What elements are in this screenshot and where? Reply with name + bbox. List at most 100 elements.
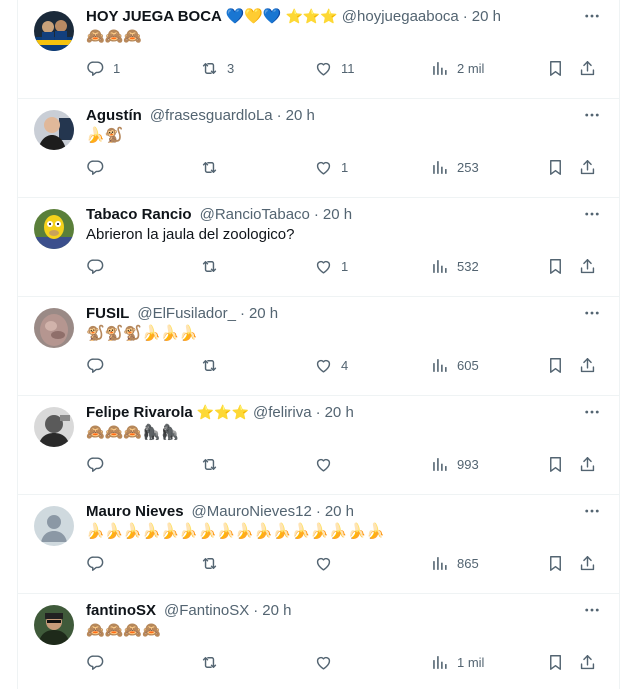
retweet-button[interactable] [200,454,227,474]
avatar[interactable] [34,605,74,645]
timestamp[interactable]: 20 h [323,206,352,223]
views-button[interactable]: 253 [430,157,479,177]
avatar[interactable] [34,11,74,51]
avatar[interactable] [34,110,74,150]
avatar[interactable] [34,209,74,249]
more-options-button[interactable] [581,6,603,26]
reply-button[interactable] [86,454,113,474]
like-count: 4 [341,357,349,373]
avatar[interactable] [34,506,74,546]
retweet-button[interactable] [200,256,227,276]
author-name[interactable]: HOY JUEGA BOCA 💙💛💙 [86,7,282,25]
author-handle[interactable]: @frasesguardloLa [150,107,273,124]
more-options-button[interactable] [581,303,603,323]
share-button[interactable] [578,454,597,474]
reply-button[interactable] [86,652,113,672]
more-options-button[interactable] [581,501,603,521]
tweet-3[interactable]: Tabaco Rancio @RancioTabaco · 20 h Abrie… [18,198,619,297]
views-button[interactable]: 532 [430,256,479,276]
tweet-2[interactable]: Agustín @frasesguardloLa · 20 h 🍌🐒 1 253 [18,99,619,198]
tweet-actions: 865 [86,553,603,573]
author-name[interactable]: FUSIL [86,305,129,322]
bookmark-button[interactable] [546,157,565,177]
tweet-header: fantinoSX @FantinoSX · 20 h [86,599,579,621]
share-button[interactable] [578,157,597,177]
author-name[interactable]: fantinoSX [86,602,156,619]
like-button[interactable] [314,454,341,474]
tweet-1[interactable]: HOY JUEGA BOCA 💙💛💙 ⭐⭐⭐ @hoyjuegaaboca · … [18,0,619,99]
bookmark-button[interactable] [546,256,565,276]
retweet-button[interactable] [200,355,227,375]
like-button[interactable]: 4 [314,355,348,375]
tweet-header: Agustín @frasesguardloLa · 20 h [86,104,579,126]
author-handle[interactable]: @FantinoSX [164,602,249,619]
reply-button[interactable] [86,256,113,276]
reply-count: 1 [113,60,121,76]
more-options-button[interactable] [581,204,603,224]
more-options-button[interactable] [581,105,603,125]
timestamp[interactable]: 20 h [325,503,354,520]
like-button[interactable]: 1 [314,157,348,177]
tweet-7[interactable]: fantinoSX @FantinoSX · 20 h 🙈🙈🙈🙈 1 mil [18,594,619,689]
author-handle[interactable]: @RancioTabaco [200,206,310,223]
timestamp[interactable]: 20 h [286,107,315,124]
name-badges: ⭐⭐⭐ [196,403,250,420]
heart-icon [316,557,331,571]
tweet-5[interactable]: Felipe Rivarola ⭐⭐⭐ @feliriva · 20 h 🙈🙈🙈… [18,396,619,495]
bookmark-button[interactable] [546,58,565,78]
bookmark-button[interactable] [546,454,565,474]
more-options-button[interactable] [581,402,603,422]
share-button[interactable] [578,553,597,573]
views-button[interactable]: 2 mil [430,58,484,78]
retweet-button[interactable] [200,157,227,177]
reply-button[interactable] [86,355,113,375]
timestamp[interactable]: 20 h [249,305,278,322]
author-handle[interactable]: @ElFusilador_ [137,305,236,322]
retweet-button[interactable]: 3 [200,58,234,78]
share-button[interactable] [578,355,597,375]
tweet-text: 🙈🙈🙈🙈 [86,622,161,639]
author-handle[interactable]: @feliriva [253,404,312,421]
author-name[interactable]: Agustín [86,107,142,124]
separator-dot: · [239,304,245,322]
author-name[interactable]: Tabaco Rancio [86,206,192,223]
avatar[interactable] [34,407,74,447]
bookmark-button[interactable] [546,553,565,573]
reply-button[interactable]: 1 [86,58,120,78]
tweet-text: 🐒🐒🐒🍌🍌🍌 [86,325,199,342]
timestamp[interactable]: 20 h [325,404,354,421]
like-button[interactable] [314,652,341,672]
tweet-4[interactable]: FUSIL @ElFusilador_ · 20 h 🐒🐒🐒🍌🍌🍌 4 605 [18,297,619,396]
avatar[interactable] [34,308,74,348]
more-options-button[interactable] [581,600,603,620]
share-button[interactable] [578,256,597,276]
bookmark-icon [550,60,561,76]
timestamp[interactable]: 20 h [262,602,291,619]
bookmark-button[interactable] [546,652,565,672]
share-icon [580,555,595,570]
bookmark-button[interactable] [546,355,565,375]
author-handle[interactable]: @MauroNieves12 [192,503,312,520]
tweet-actions: 1 532 [86,256,603,276]
like-button[interactable]: 11 [314,58,355,78]
author-name[interactable]: Felipe Rivarola [86,404,193,421]
like-button[interactable] [314,553,341,573]
views-button[interactable]: 605 [430,355,479,375]
views-button[interactable]: 1 mil [430,652,484,672]
author-name[interactable]: Mauro Nieves [86,503,184,520]
like-button[interactable]: 1 [314,256,348,276]
tweet-6[interactable]: Mauro Nieves @MauroNieves12 · 20 h 🍌🍌🍌🍌🍌… [18,495,619,594]
retweet-button[interactable] [200,553,227,573]
retweet-button[interactable] [200,652,227,672]
views-button[interactable]: 993 [430,454,479,474]
views-button[interactable]: 865 [430,553,479,573]
reply-button[interactable] [86,157,113,177]
author-handle[interactable]: @hoyjuegaaboca [342,8,459,25]
tweet-header: Tabaco Rancio @RancioTabaco · 20 h [86,203,579,225]
avatar-image [34,110,74,150]
avatar-image [34,11,74,51]
share-button[interactable] [578,652,597,672]
share-button[interactable] [578,58,597,78]
reply-button[interactable] [86,553,113,573]
timestamp[interactable]: 20 h [472,8,501,25]
